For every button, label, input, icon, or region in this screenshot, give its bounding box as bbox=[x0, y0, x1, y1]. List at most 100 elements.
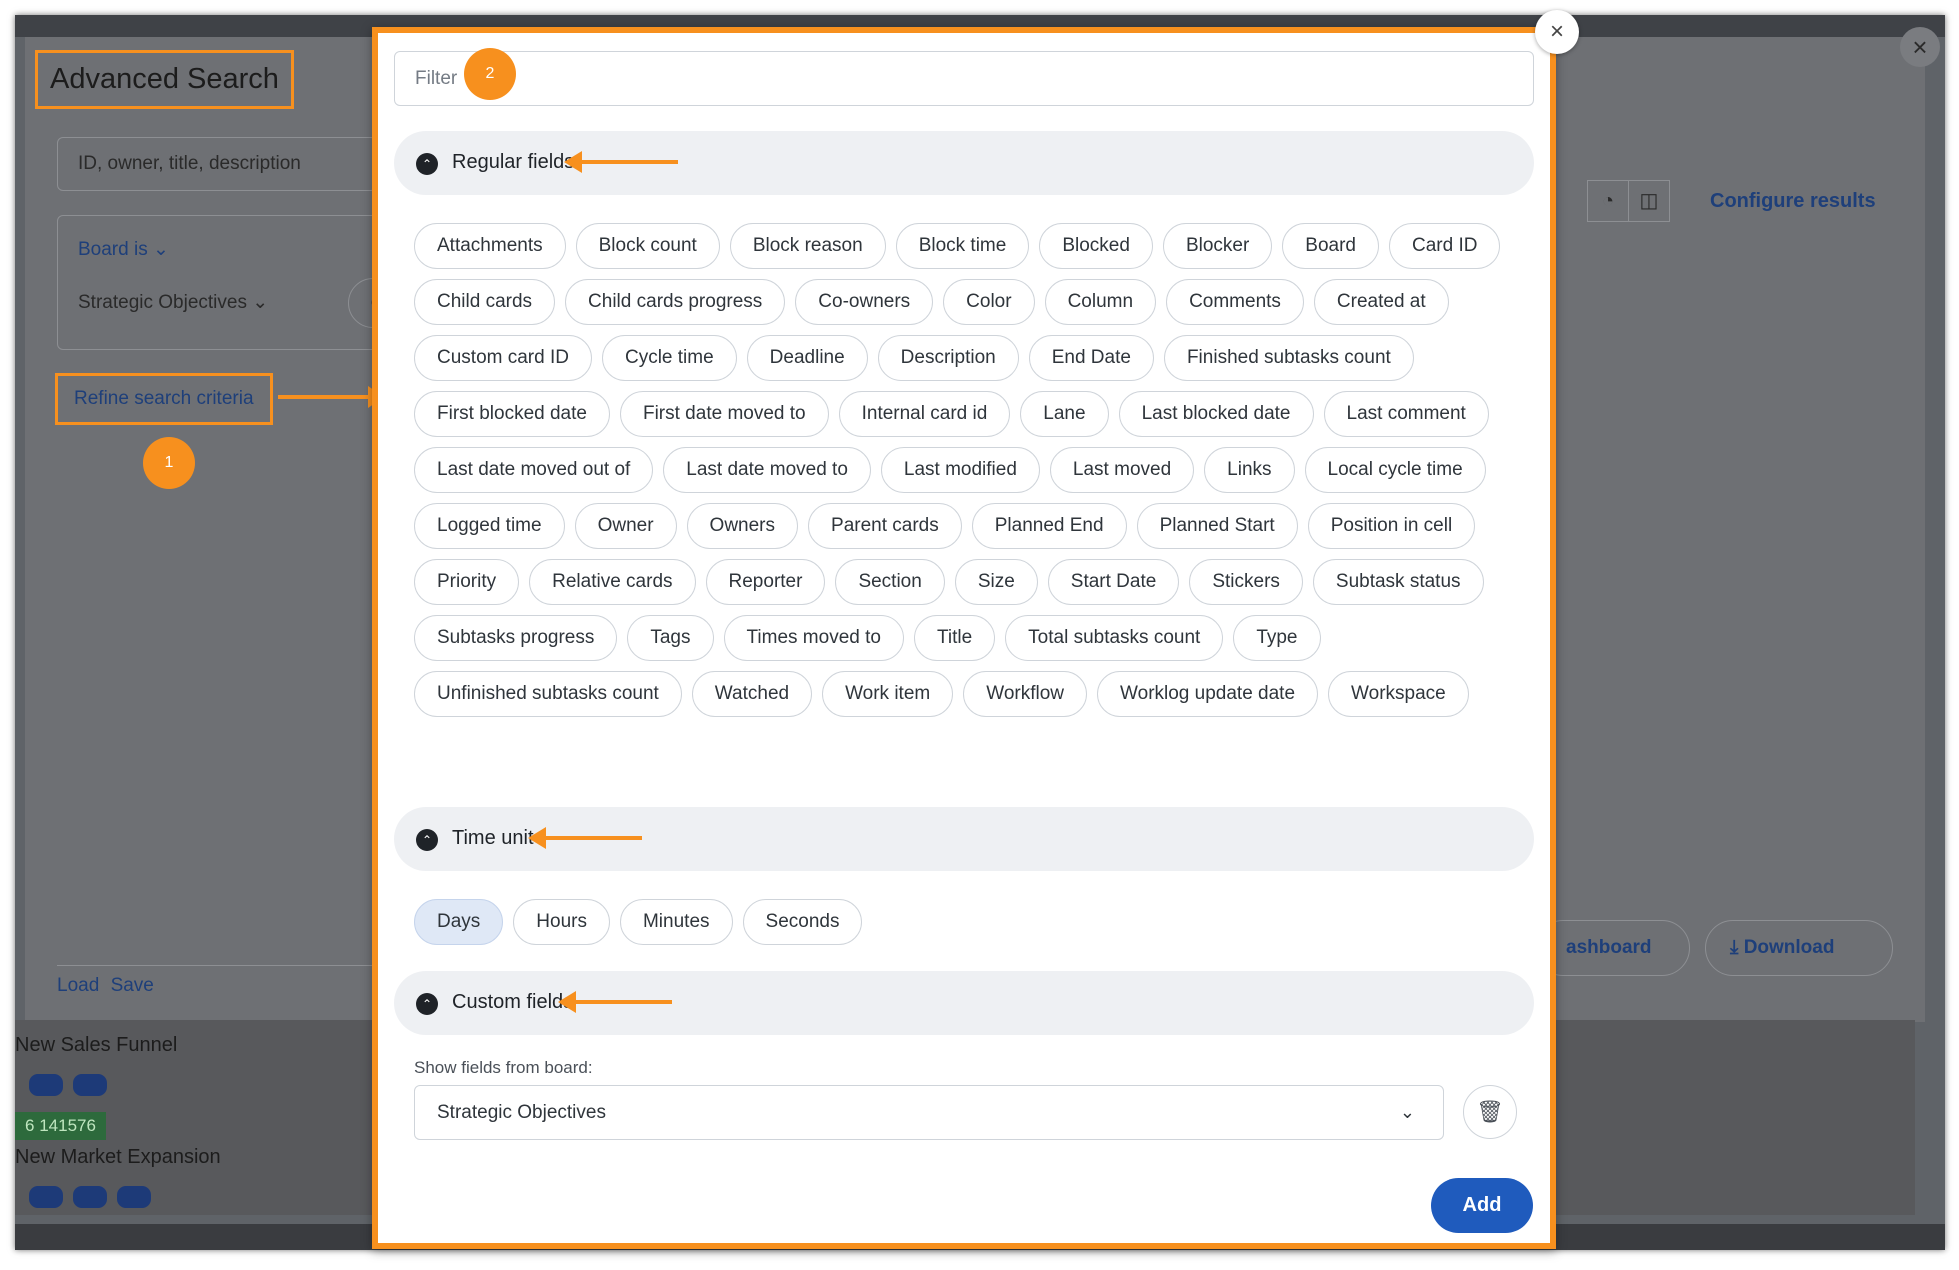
save-link[interactable]: Save bbox=[111, 975, 154, 996]
dashboard-button[interactable]: ashboard bbox=[1535, 920, 1690, 976]
field-chip[interactable]: Work item bbox=[822, 671, 954, 717]
field-chip[interactable]: Blocker bbox=[1162, 223, 1273, 269]
field-chip[interactable]: Times moved to bbox=[723, 615, 904, 661]
field-chip[interactable]: Planned End bbox=[971, 503, 1127, 549]
field-chip[interactable]: Block time bbox=[895, 223, 1030, 269]
time-unit-label: Time unit bbox=[452, 827, 534, 849]
card-id: 141576 bbox=[39, 1116, 96, 1135]
field-chip[interactable]: Section bbox=[835, 559, 945, 605]
field-chip[interactable]: Child cards bbox=[414, 279, 556, 325]
field-chip[interactable]: Size bbox=[954, 559, 1038, 605]
configure-results-link[interactable]: Configure results bbox=[1710, 190, 1876, 213]
field-chip[interactable]: Start Date bbox=[1047, 559, 1180, 605]
card-pill bbox=[117, 1186, 151, 1208]
field-chip[interactable]: Local cycle time bbox=[1304, 447, 1486, 493]
field-chip[interactable]: Color bbox=[943, 279, 1035, 325]
field-chip[interactable]: Attachments bbox=[414, 223, 566, 269]
field-chip[interactable]: Cycle time bbox=[601, 335, 737, 381]
field-chip[interactable]: Last blocked date bbox=[1118, 391, 1314, 437]
board-filter-value[interactable]: Strategic Objectives ⌄ bbox=[78, 291, 268, 314]
field-chip[interactable]: Custom card ID bbox=[414, 335, 592, 381]
field-chip[interactable]: Relative cards bbox=[529, 559, 696, 605]
field-chip[interactable]: Board bbox=[1282, 223, 1379, 269]
field-chip[interactable]: Last date moved to bbox=[663, 447, 871, 493]
field-chip[interactable]: Workflow bbox=[963, 671, 1088, 717]
download-label: Download bbox=[1743, 937, 1835, 958]
field-chip[interactable]: Card ID bbox=[1389, 223, 1501, 269]
field-chip[interactable]: Column bbox=[1044, 279, 1157, 325]
field-chip[interactable]: Total subtasks count bbox=[1005, 615, 1224, 661]
field-chip[interactable]: End Date bbox=[1028, 335, 1154, 381]
time-unit-chip[interactable]: Minutes bbox=[619, 899, 733, 945]
field-chip[interactable]: Type bbox=[1233, 615, 1321, 661]
field-chip[interactable]: Lane bbox=[1020, 391, 1109, 437]
panel-divider bbox=[57, 965, 372, 966]
load-link[interactable]: Load bbox=[57, 975, 99, 996]
field-chip[interactable]: Owner bbox=[574, 503, 677, 549]
card-title[interactable]: New Market Expansion bbox=[15, 1146, 221, 1169]
time-unit-chip[interactable]: Hours bbox=[513, 899, 610, 945]
field-chip[interactable]: Links bbox=[1204, 447, 1295, 493]
board-filter-value-text: Strategic Objectives bbox=[78, 292, 247, 313]
field-chip[interactable]: Last comment bbox=[1323, 391, 1489, 437]
field-chip[interactable]: Co-owners bbox=[795, 279, 934, 325]
popover-close-icon[interactable]: × bbox=[1535, 10, 1579, 54]
refine-search-criteria-link[interactable]: Refine search criteria bbox=[55, 373, 273, 425]
board-filter-label[interactable]: Board is ⌄ bbox=[78, 238, 169, 261]
field-chip[interactable]: Subtask status bbox=[1312, 559, 1484, 605]
chevron-up-icon: ⌃ bbox=[416, 153, 438, 175]
field-chip[interactable]: Internal card id bbox=[838, 391, 1011, 437]
close-icon[interactable]: × bbox=[1900, 27, 1940, 67]
field-chip[interactable]: Comments bbox=[1166, 279, 1304, 325]
field-chip[interactable]: Last moved bbox=[1049, 447, 1195, 493]
field-chip[interactable]: Parent cards bbox=[808, 503, 962, 549]
field-chip[interactable]: First date moved to bbox=[619, 391, 829, 437]
card-title[interactable]: New Sales Funnel bbox=[15, 1034, 177, 1057]
board-filter-box: Board is ⌄ Strategic Objectives ⌄ Or bbox=[57, 215, 408, 350]
columns-view-icon[interactable]: ◫ bbox=[1628, 180, 1670, 222]
field-chip[interactable]: Finished subtasks count bbox=[1163, 335, 1414, 381]
field-chip[interactable]: Blocked bbox=[1039, 223, 1153, 269]
field-chip[interactable]: Description bbox=[877, 335, 1019, 381]
trash-icon[interactable]: 🗑 bbox=[1463, 1085, 1517, 1139]
chart-view-icon[interactable]: ◔ bbox=[1587, 180, 1629, 222]
field-chip[interactable]: Subtasks progress bbox=[414, 615, 618, 661]
annotation-arrow bbox=[528, 827, 642, 849]
search-input[interactable]: ID, owner, title, description bbox=[57, 137, 377, 191]
field-chip[interactable]: Tags bbox=[627, 615, 714, 661]
field-chip[interactable]: Deadline bbox=[746, 335, 868, 381]
field-chip[interactable]: Last date moved out of bbox=[414, 447, 654, 493]
time-unit-chip[interactable]: Days bbox=[414, 899, 504, 945]
show-fields-label: Show fields from board: bbox=[414, 1058, 593, 1077]
card-id-prefix: 6 bbox=[25, 1116, 35, 1135]
field-chip[interactable]: Block reason bbox=[729, 223, 886, 269]
field-chip[interactable]: Logged time bbox=[414, 503, 565, 549]
field-chip[interactable]: Position in cell bbox=[1307, 503, 1476, 549]
time-unit-chip[interactable]: Seconds bbox=[742, 899, 863, 945]
field-chip[interactable]: Stickers bbox=[1189, 559, 1303, 605]
board-select[interactable]: Strategic Objectives ⌄ bbox=[414, 1085, 1444, 1140]
field-chip[interactable]: Child cards progress bbox=[565, 279, 786, 325]
field-chip[interactable]: Block count bbox=[575, 223, 720, 269]
card-id-tag: 6 141576 bbox=[15, 1112, 106, 1140]
field-chip[interactable]: Planned Start bbox=[1136, 503, 1298, 549]
filter-input[interactable]: Filter bbox=[394, 51, 1534, 106]
card-pill bbox=[29, 1186, 63, 1208]
field-chip[interactable]: Owners bbox=[686, 503, 799, 549]
load-save-links: Load Save bbox=[57, 975, 154, 997]
field-chip[interactable]: Title bbox=[913, 615, 996, 661]
field-chip[interactable]: Workspace bbox=[1328, 671, 1469, 717]
board-filter-text: Board is bbox=[78, 239, 148, 260]
field-chip[interactable]: Last modified bbox=[880, 447, 1040, 493]
download-button[interactable]: ⤓ Download bbox=[1705, 920, 1893, 976]
annotation-arrow bbox=[278, 386, 384, 408]
field-chip[interactable]: Watched bbox=[691, 671, 813, 717]
field-chip[interactable]: Unfinished subtasks count bbox=[414, 671, 682, 717]
add-button[interactable]: Add bbox=[1431, 1178, 1533, 1233]
field-chip[interactable]: Reporter bbox=[705, 559, 826, 605]
field-chip[interactable]: Priority bbox=[414, 559, 520, 605]
field-chip[interactable]: Created at bbox=[1313, 279, 1449, 325]
chevron-down-icon: ⌄ bbox=[152, 239, 169, 260]
field-chip[interactable]: First blocked date bbox=[414, 391, 610, 437]
field-chip[interactable]: Worklog update date bbox=[1097, 671, 1319, 717]
